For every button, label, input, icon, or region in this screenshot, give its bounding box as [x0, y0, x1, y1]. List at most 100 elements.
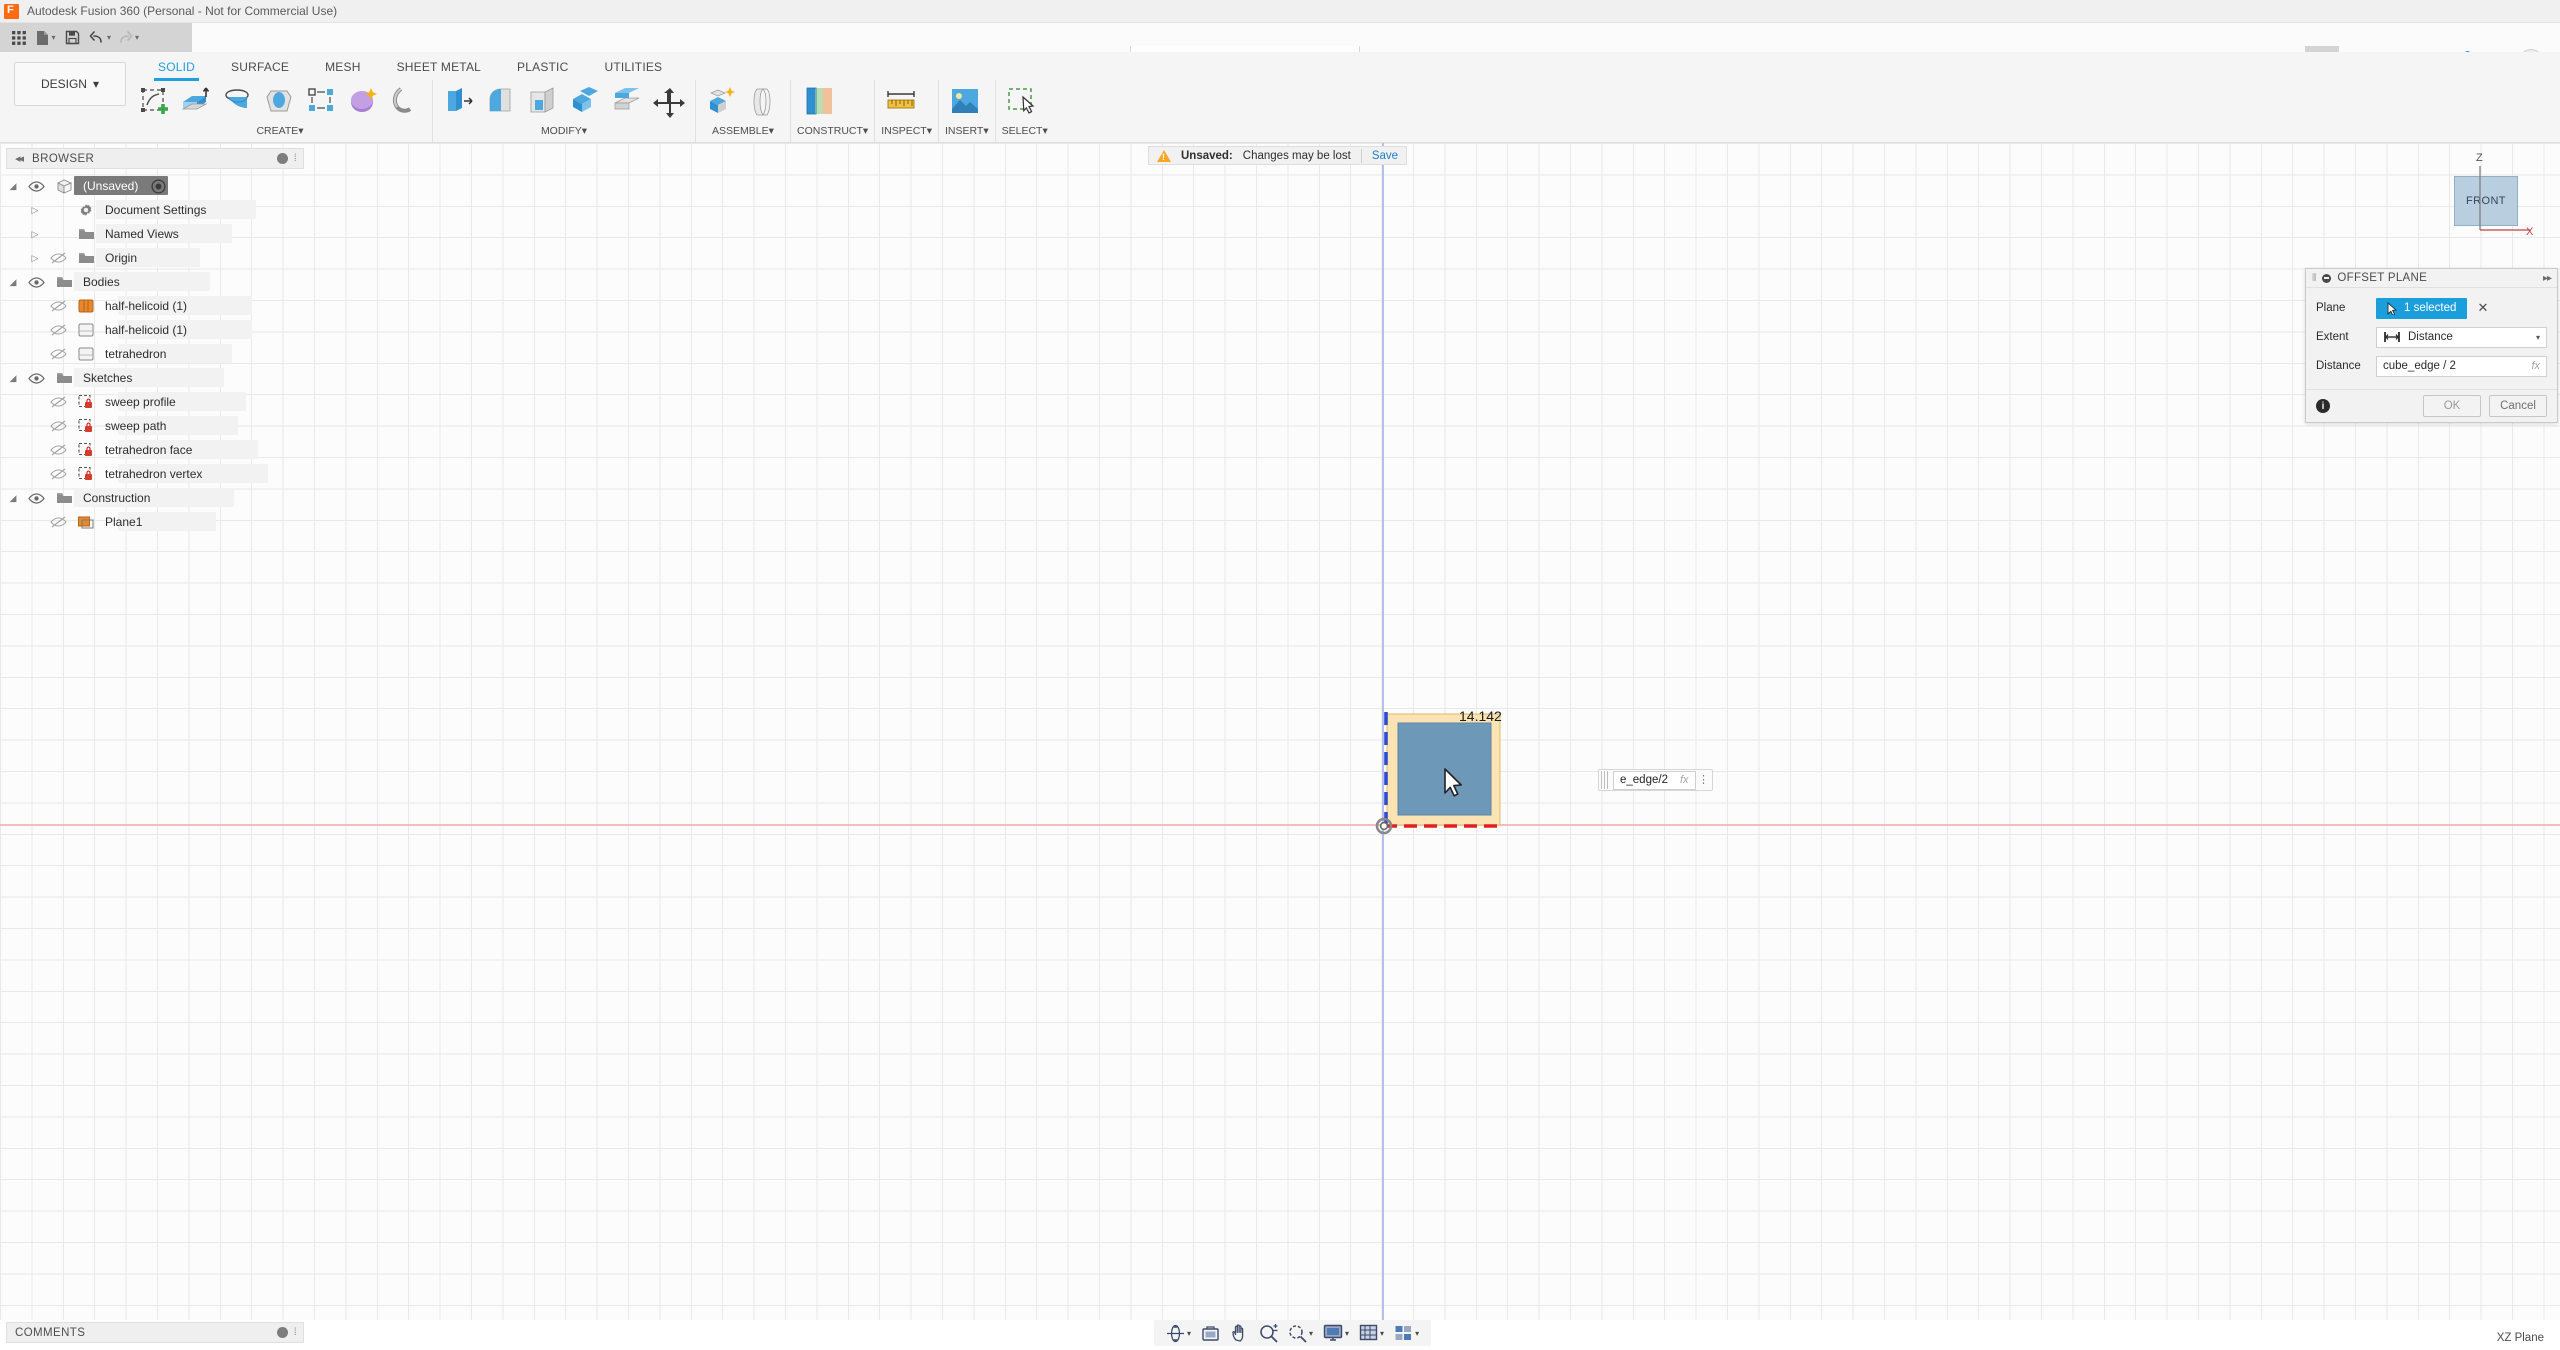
inspect-caret[interactable]: ▾	[927, 125, 932, 137]
tab-mesh[interactable]: MESH	[307, 57, 378, 81]
info-icon[interactable]: i	[2316, 399, 2330, 413]
shell-button[interactable]	[523, 81, 563, 123]
drag-grip-icon[interactable]: ⦀	[2312, 273, 2316, 284]
pattern-button[interactable]	[302, 81, 342, 123]
measure-button[interactable]	[881, 81, 921, 123]
tree-item-half-helicoid-2[interactable]: half-helicoid (1)	[6, 318, 304, 342]
sweep-button[interactable]	[260, 81, 300, 123]
panel-settings-icon[interactable]	[276, 153, 288, 164]
parameter-input-box[interactable]: e_edge/2 fx ⋮	[1598, 769, 1713, 791]
offset-plane-dialog[interactable]: ⦀ OFFSET PLANE ▸▸ Plane 1 selected ✕ Ext…	[2305, 268, 2558, 423]
expand-arrow-icon[interactable]: ▷	[28, 253, 42, 264]
visibility-hidden-icon[interactable]	[47, 396, 69, 408]
drag-grip-icon[interactable]	[1601, 771, 1610, 789]
new-document-icon[interactable]: ▾	[33, 25, 58, 50]
viewport-canvas[interactable]	[0, 143, 2560, 1320]
joint-button[interactable]	[744, 81, 784, 123]
visibility-hidden-icon[interactable]	[47, 324, 69, 336]
visibility-eye-icon[interactable]	[25, 372, 47, 384]
tree-item-named-views[interactable]: ▷ Named Views	[6, 222, 304, 246]
parameter-menu-icon[interactable]: ⋮	[1696, 775, 1712, 786]
revolve-button[interactable]	[218, 81, 258, 123]
assemble-caret[interactable]: ▾	[769, 125, 774, 137]
expand-arrow-icon[interactable]: ◢	[6, 493, 20, 504]
tree-item-document-settings[interactable]: ▷ Document Settings	[6, 198, 304, 222]
construct-plane-button[interactable]	[797, 81, 843, 123]
expand-arrow-icon[interactable]: ◢	[6, 373, 20, 384]
tree-item-sweep-profile[interactable]: sweep profile	[6, 390, 304, 414]
browser-resize-grip[interactable]: ⁞	[294, 153, 297, 164]
new-document-caret[interactable]: ▾	[51, 33, 55, 42]
workspace-selector[interactable]: DESIGN ▾	[14, 62, 126, 106]
app-grid-icon[interactable]	[6, 25, 31, 50]
save-link[interactable]: Save	[1372, 150, 1398, 162]
redo-icon[interactable]: ▾	[115, 25, 141, 50]
parameter-field[interactable]: e_edge/2 fx	[1613, 770, 1696, 790]
redo-caret[interactable]: ▾	[135, 33, 139, 42]
tree-item-origin[interactable]: ▷ Origin	[6, 246, 304, 270]
tab-utilities[interactable]: UTILITIES	[586, 57, 680, 81]
visibility-hidden-icon[interactable]	[47, 252, 69, 264]
fx-icon[interactable]: fx	[2531, 360, 2540, 372]
fillet-button[interactable]	[481, 81, 521, 123]
tree-item-sweep-path[interactable]: sweep path	[6, 414, 304, 438]
tree-item-construction[interactable]: ◢ Construction	[6, 486, 304, 510]
visibility-hidden-icon[interactable]	[47, 444, 69, 456]
coil-button[interactable]	[386, 81, 426, 123]
tab-surface[interactable]: SURFACE	[213, 57, 307, 81]
cancel-button[interactable]: Cancel	[2489, 395, 2547, 417]
visibility-eye-icon[interactable]	[25, 180, 47, 192]
create-caret[interactable]: ▾	[298, 125, 303, 137]
tree-item-tetrahedron[interactable]: tetrahedron	[6, 342, 304, 366]
activate-component-radio[interactable]	[151, 178, 166, 194]
visibility-eye-icon[interactable]	[25, 492, 47, 504]
undo-icon[interactable]: ▾	[87, 25, 113, 50]
combine-button[interactable]	[565, 81, 605, 123]
select-tool-button[interactable]	[1002, 81, 1042, 123]
select-caret[interactable]: ▾	[1042, 125, 1047, 137]
visibility-eye-icon[interactable]	[25, 276, 47, 288]
construct-caret[interactable]: ▾	[863, 125, 868, 137]
expand-arrow-icon[interactable]: ▷	[28, 229, 42, 240]
clear-selection-icon[interactable]: ✕	[2477, 300, 2488, 316]
expand-right-icon[interactable]: ▸▸	[2543, 273, 2552, 284]
visibility-hidden-icon[interactable]	[47, 468, 69, 480]
distance-input[interactable]: cube_edge / 2 fx	[2376, 355, 2547, 377]
create-sketch-button[interactable]	[134, 81, 174, 123]
visibility-hidden-icon[interactable]	[47, 420, 69, 432]
extrude-button[interactable]	[176, 81, 216, 123]
collapse-left-icon[interactable]: ◂◂	[15, 152, 24, 165]
tab-solid[interactable]: SOLID	[140, 57, 213, 81]
insert-caret[interactable]: ▾	[983, 125, 988, 137]
tree-item-sketches[interactable]: ◢ Sketches	[6, 366, 304, 390]
split-body-button[interactable]	[607, 81, 647, 123]
visibility-hidden-icon[interactable]	[47, 348, 69, 360]
expand-arrow-icon[interactable]: ◢	[6, 181, 20, 192]
fx-icon[interactable]: fx	[1680, 774, 1689, 786]
tree-item-half-helicoid-1[interactable]: half-helicoid (1)	[6, 294, 304, 318]
chevron-down-icon[interactable]: ▾	[2536, 333, 2540, 342]
undo-caret[interactable]: ▾	[107, 33, 111, 42]
visibility-hidden-icon[interactable]	[47, 300, 69, 312]
view-cube[interactable]: Z X FRONT	[2434, 152, 2554, 262]
tree-item-tetrahedron-face[interactable]: tetrahedron face	[6, 438, 304, 462]
tab-sheet-metal[interactable]: SHEET METAL	[379, 57, 499, 81]
modify-caret[interactable]: ▾	[582, 125, 587, 137]
tree-item-tetrahedron-vertex[interactable]: tetrahedron vertex	[6, 462, 304, 486]
move-copy-button[interactable]	[649, 81, 689, 123]
minimize-icon[interactable]	[2322, 273, 2332, 283]
new-component-button[interactable]	[702, 81, 742, 123]
torus-button[interactable]	[344, 81, 384, 123]
tree-item-plane1[interactable]: Plane1	[6, 510, 304, 534]
dialog-header[interactable]: ⦀ OFFSET PLANE ▸▸	[2306, 269, 2557, 288]
ok-button[interactable]: OK	[2423, 395, 2481, 417]
expand-arrow-icon[interactable]: ▷	[28, 205, 42, 216]
save-icon[interactable]	[60, 25, 85, 50]
plane-selection-chip[interactable]: 1 selected	[2376, 297, 2468, 319]
expand-arrow-icon[interactable]: ◢	[6, 277, 20, 288]
extent-dropdown[interactable]: Distance ▾	[2376, 326, 2547, 348]
press-pull-button[interactable]	[439, 81, 479, 123]
insert-image-button[interactable]	[945, 81, 985, 123]
tree-item-unsaved[interactable]: ◢ (Unsaved)	[6, 174, 304, 198]
visibility-hidden-icon[interactable]	[47, 516, 69, 528]
